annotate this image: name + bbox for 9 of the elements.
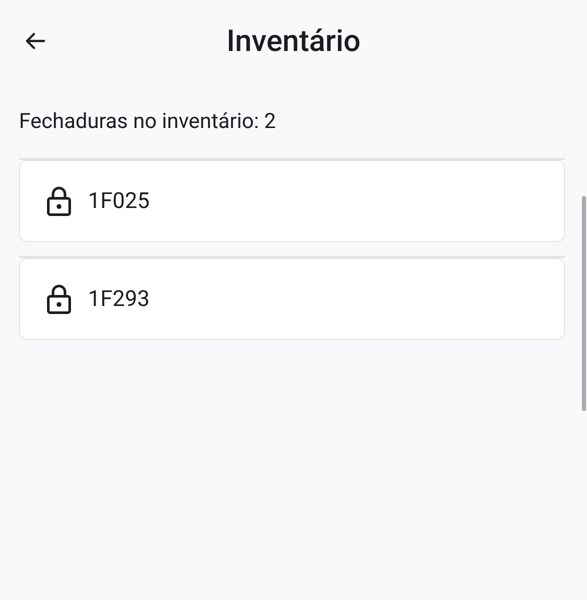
scrollbar[interactable] [582,196,586,411]
page-title: Inventário [226,24,361,58]
lock-code: 1F025 [88,188,150,214]
lock-card[interactable]: 1F025 [19,160,565,242]
inventory-count: Fechaduras no inventário: 2 [19,110,276,134]
lock-card[interactable]: 1F293 [19,258,565,340]
padlock-icon [46,284,72,314]
lock-code: 1F293 [88,286,150,312]
padlock-icon [46,186,72,216]
